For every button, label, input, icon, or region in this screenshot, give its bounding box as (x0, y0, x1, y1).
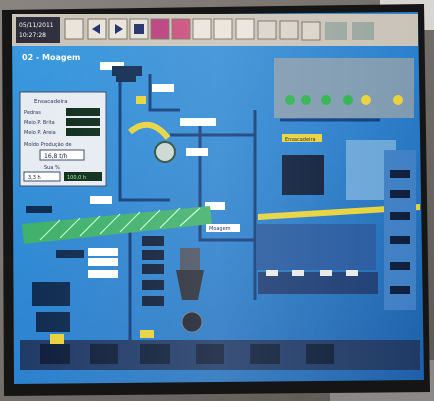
screen-glare (12, 12, 424, 384)
photo-of-scada-monitor: 05/11/2011 10:27:28 02 - Moagem Ensacade… (0, 0, 434, 401)
photo-scene: 05/11/2011 10:27:28 02 - Moagem Ensacade… (0, 0, 434, 401)
